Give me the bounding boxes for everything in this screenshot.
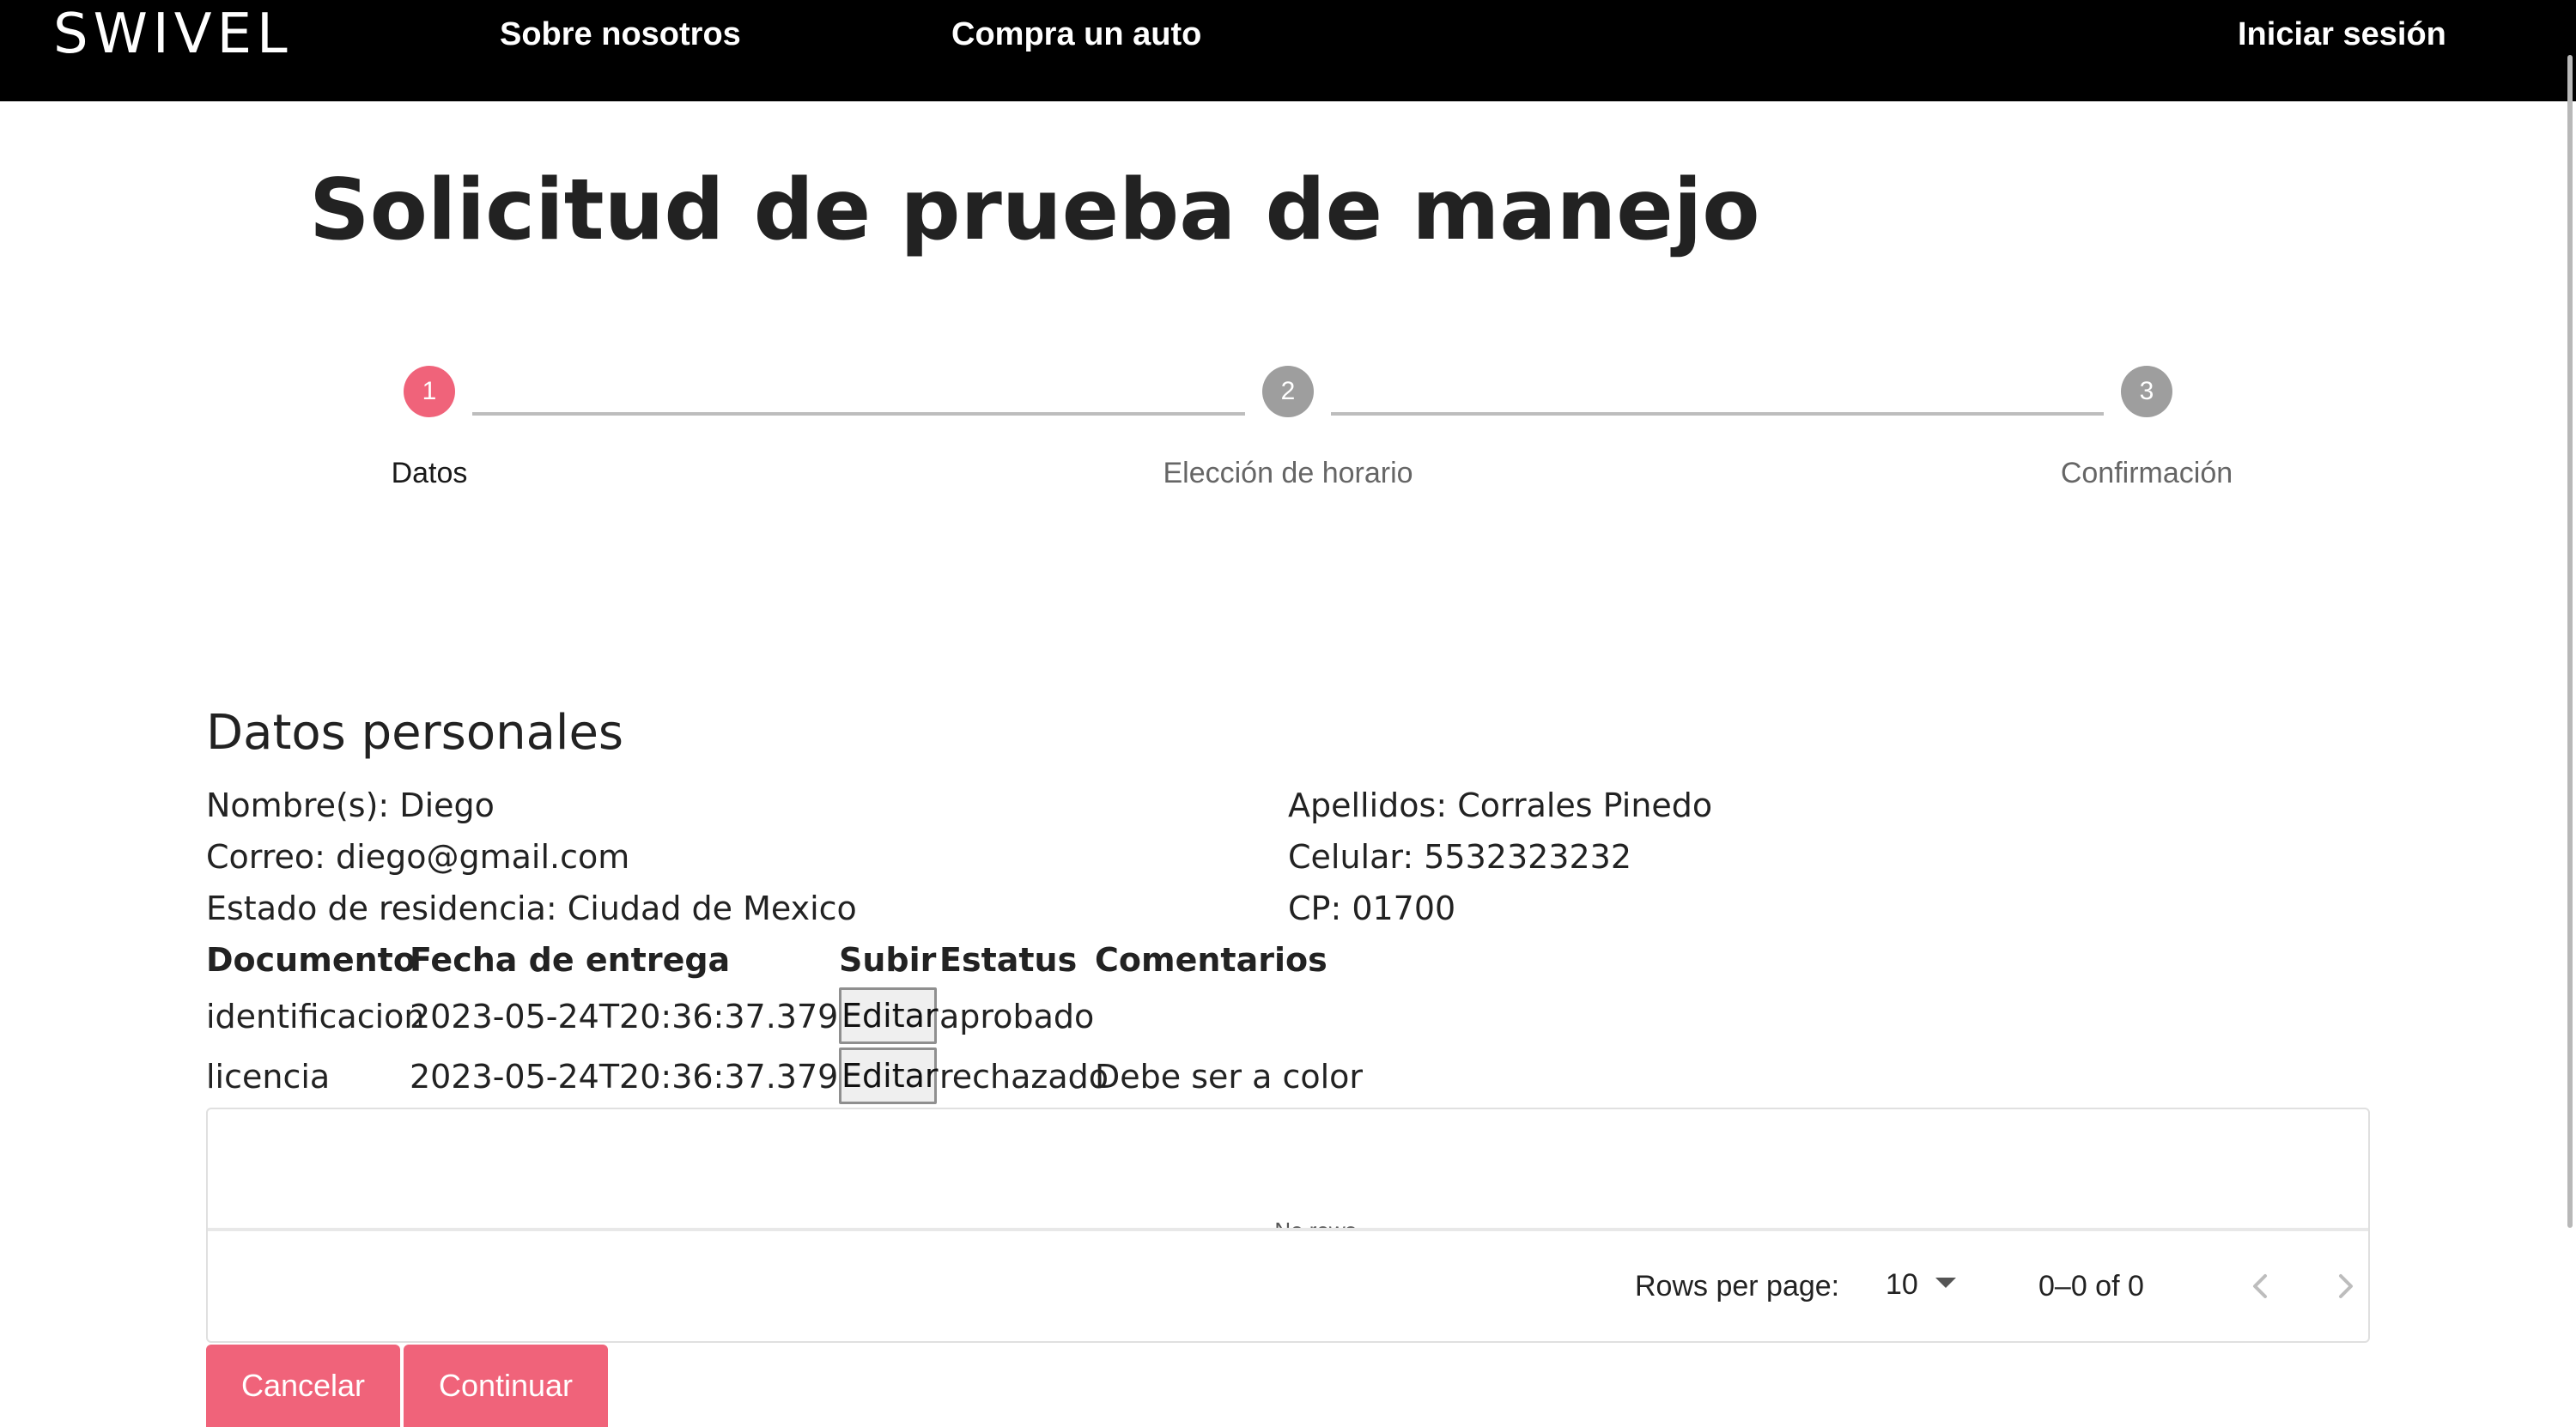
data-grid: No rows Rows per page: 10 0–0 of 0	[206, 1108, 2370, 1343]
edit-button[interactable]: Editar	[839, 987, 939, 1044]
column-header-comentarios: Comentarios	[1095, 941, 1327, 979]
rows-per-page-value: 10	[1886, 1268, 1918, 1301]
step-3-circle: 3	[2121, 366, 2172, 417]
cell-comentarios: Debe ser a color	[1095, 1058, 1364, 1096]
login-link[interactable]: Iniciar sesión	[2238, 14, 2446, 55]
chevron-right-icon	[2339, 1274, 2353, 1298]
rows-per-page-select[interactable]: 10	[1882, 1266, 1977, 1307]
info-apellidos: Apellidos: Corrales Pinedo	[1288, 786, 1713, 824]
page-title: Solicitud de prueba de manejo	[309, 161, 1760, 259]
pagination-range: 0–0 of 0	[2038, 1270, 2144, 1303]
step-2-label: Elección de horario	[1163, 457, 1413, 489]
step-3-label: Confirmación	[2060, 457, 2233, 489]
column-header-estatus: Estatus	[939, 941, 1078, 979]
continue-button[interactable]: Continuar	[404, 1345, 608, 1427]
cancel-button[interactable]: Cancelar	[206, 1345, 400, 1427]
info-cp: CP: 01700	[1288, 890, 1456, 927]
step-connector-1	[472, 412, 1245, 416]
step-connector-2	[1331, 412, 2104, 416]
next-page-button[interactable]	[2320, 1260, 2372, 1312]
rows-per-page-label: Rows per page:	[1635, 1270, 1840, 1303]
top-navbar: SWIVEL Sobre nosotros Compra un auto Ini…	[0, 0, 2576, 1228]
column-header-fecha: Fecha de entrega	[410, 941, 731, 979]
cell-fecha: 2023-05-24T20:36:37.379Z	[410, 998, 861, 1035]
column-header-documento: Documento	[206, 941, 416, 979]
cell-documento: identificacion	[206, 998, 425, 1035]
info-celular: Celular: 5532323232	[1288, 838, 1632, 876]
caret-down-icon	[1935, 1278, 1956, 1288]
column-header-subir: Subir	[839, 941, 937, 979]
cell-estatus: rechazado	[939, 1058, 1109, 1096]
cell-fecha: 2023-05-24T20:36:37.379Z	[410, 1058, 861, 1096]
nav-link-buy-car[interactable]: Compra un auto	[951, 14, 1201, 55]
section-title-personal-data: Datos personales	[206, 705, 624, 761]
chevron-left-icon	[2253, 1274, 2267, 1298]
nav-link-about[interactable]: Sobre nosotros	[500, 14, 741, 55]
swivel-logo[interactable]: SWIVEL	[53, 5, 293, 64]
info-estado: Estado de residencia: Ciudad de Mexico	[206, 890, 857, 927]
page-scrollbar-thumb[interactable]	[2567, 55, 2573, 1228]
step-1-circle: 1	[404, 366, 455, 417]
info-nombre: Nombre(s): Diego	[206, 786, 495, 824]
step-1-label: Datos	[391, 457, 468, 489]
cell-estatus: aprobado	[939, 998, 1095, 1035]
edit-button[interactable]: Editar	[839, 1047, 939, 1104]
step-2-circle: 2	[1262, 366, 1314, 417]
grid-footer-divider	[208, 1228, 2368, 1231]
previous-page-button[interactable]	[2234, 1260, 2286, 1312]
info-correo: Correo: diego@gmail.com	[206, 838, 630, 876]
cell-documento: licencia	[206, 1058, 331, 1096]
